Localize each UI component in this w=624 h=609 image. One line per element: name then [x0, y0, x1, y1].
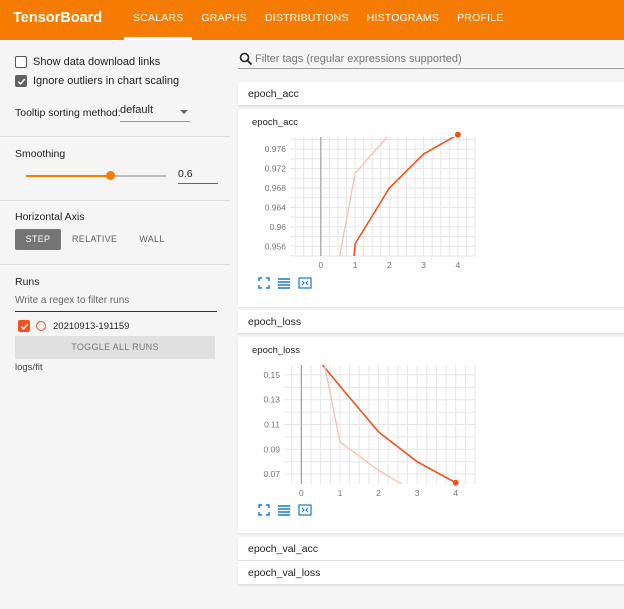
y-tick-label: 0.13 [263, 395, 280, 405]
horizontal-axis-selector: STEP RELATIVE WALL [15, 229, 176, 250]
fit-domain-icon[interactable] [298, 277, 312, 289]
run-checkbox[interactable] [18, 320, 30, 332]
ignore-outliers-option[interactable]: Ignore outliers in chart scaling [15, 75, 179, 87]
y-tick-label: 0.07 [263, 469, 280, 479]
divider [0, 200, 230, 201]
group-title: epoch_val_loss [248, 567, 321, 579]
x-tick-label: 0 [299, 488, 304, 498]
group-title: epoch_loss [248, 316, 302, 328]
y-tick-label: 0.964 [265, 202, 287, 212]
run-name: 20210913-191159 [53, 320, 130, 332]
x-tick-label: 2 [387, 260, 392, 270]
sidebar: Show data download links Ignore outliers… [0, 40, 230, 609]
smoothing-slider[interactable] [26, 171, 166, 180]
divider [0, 264, 230, 265]
fullscreen-icon[interactable] [258, 504, 270, 516]
y-tick-label: 0.968 [265, 183, 287, 193]
run-color-icon[interactable] [36, 321, 46, 331]
tab-distributions[interactable]: DISTRIBUTIONS [256, 0, 358, 40]
x-tick-label: 4 [456, 260, 461, 270]
tab-profile[interactable]: PROFILE [448, 0, 512, 40]
tab-scalars[interactable]: SCALARS [124, 0, 193, 40]
search-icon [239, 52, 253, 66]
ignore-outliers-checkbox[interactable] [15, 75, 27, 87]
y-tick-label: 0.11 [264, 420, 280, 430]
check-icon [20, 323, 28, 330]
run-item[interactable]: 20210913-191159 [18, 320, 129, 332]
toggle-all-runs-button[interactable]: TOGGLE ALL RUNS [15, 336, 215, 359]
runs-label: Runs [15, 276, 40, 288]
app-title: TensorBoard [13, 10, 103, 26]
x-tick-label: 0 [318, 260, 323, 270]
data-icon[interactable] [277, 504, 291, 516]
smoothing-label: Smoothing [15, 148, 66, 160]
group-header-epoch-val-acc[interactable]: epoch_val_acc [238, 537, 624, 561]
tag-filter-placeholder: Filter tags (regular expressions support… [255, 53, 462, 65]
show-data-download-label: Show data download links [33, 56, 161, 68]
y-tick-label: 0.15 [263, 370, 280, 380]
series-line-smoothed [353, 137, 456, 256]
tooltip-sorting-select[interactable]: default [120, 104, 190, 122]
show-data-download-option[interactable]: Show data download links [15, 56, 160, 68]
runs-filter-input[interactable]: Write a regex to filter runs [15, 295, 217, 312]
chart-card-epoch-loss: epoch_loss 0 1 2 3 4 0.07 0.09 0.11 0.13 0.15 [238, 337, 624, 533]
tab-graphs[interactable]: GRAPHS [192, 0, 256, 40]
group-title: epoch_val_acc [248, 543, 319, 555]
x-tick-label: 3 [415, 488, 420, 498]
tooltip-sorting-value: default [120, 104, 154, 116]
y-tick-label: 0.976 [265, 144, 287, 154]
group-header-epoch-loss[interactable]: epoch_loss [238, 310, 624, 334]
y-tick-label: 0.09 [263, 444, 280, 454]
group-header-epoch-val-loss[interactable]: epoch_val_loss [238, 561, 624, 585]
logdir-label: logs/fit [15, 362, 43, 373]
tooltip-sorting-label: Tooltip sorting method: [15, 107, 121, 119]
axis-relative-button[interactable]: RELATIVE [61, 229, 128, 250]
nav-tabs: SCALARS GRAPHS DISTRIBUTIONS HISTOGRAMS … [124, 0, 512, 40]
series-line-smoothed [321, 365, 457, 484]
series-last-point [454, 131, 461, 138]
y-tick-label: 0.96 [269, 222, 286, 232]
axis-wall-button[interactable]: WALL [128, 229, 175, 250]
x-tick-label: 2 [376, 488, 381, 498]
x-tick-label: 1 [338, 488, 343, 498]
ignore-outliers-label: Ignore outliers in chart scaling [33, 75, 180, 87]
axis-step-button[interactable]: STEP [15, 229, 61, 250]
tag-filter-input[interactable]: Filter tags (regular expressions support… [238, 50, 624, 69]
chart-toolbar [258, 504, 319, 516]
group-title: epoch_acc [248, 88, 299, 100]
smoothing-slider-thumb[interactable] [106, 171, 115, 180]
x-tick-label: 3 [421, 260, 426, 270]
tab-histograms[interactable]: HISTOGRAMS [358, 0, 448, 40]
fit-domain-icon[interactable] [298, 504, 312, 516]
chart-card-epoch-acc: epoch_acc 0 1 2 3 4 0.956 0.96 0.964 0.968 0.972 0… [238, 109, 624, 307]
smoothing-input[interactable]: 0.6 [178, 168, 218, 184]
data-icon[interactable] [277, 277, 291, 289]
check-icon [17, 78, 25, 85]
show-data-download-checkbox[interactable] [15, 56, 27, 68]
x-tick-label: 4 [453, 488, 458, 498]
dropdown-arrow-icon [180, 110, 188, 114]
series-last-point [452, 479, 459, 486]
chart-toolbar [258, 277, 319, 289]
y-tick-label: 0.956 [265, 241, 287, 251]
fullscreen-icon[interactable] [258, 277, 270, 289]
series-line-raw [339, 137, 389, 256]
smoothing-slider-fill [26, 175, 110, 177]
divider [0, 136, 230, 137]
x-tick-label: 1 [353, 260, 358, 270]
y-tick-label: 0.972 [265, 164, 287, 174]
top-app-bar: TensorBoard SCALARS GRAPHS DISTRIBUTIONS… [0, 0, 624, 40]
group-header-epoch-acc[interactable]: epoch_acc [238, 82, 624, 106]
horizontal-axis-label: Horizontal Axis [15, 211, 85, 223]
